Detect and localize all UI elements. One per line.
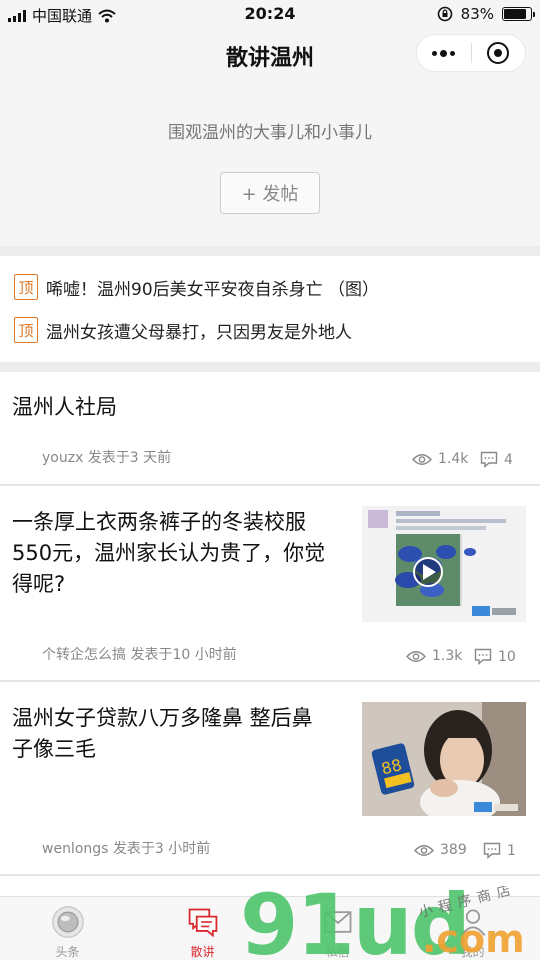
comment-count: 10 bbox=[474, 648, 516, 665]
item-author: youzx 发表于3 天前 bbox=[42, 450, 172, 466]
pinned-item[interactable]: 顶 唏嘘！温州90后美女平安夜自杀身亡 （图） bbox=[14, 272, 379, 302]
item-thumbnail: 88 bbox=[362, 702, 526, 816]
section-divider bbox=[0, 362, 540, 372]
section-divider bbox=[0, 246, 540, 256]
item-author: wenlongs 发表于3 小时前 bbox=[42, 841, 211, 857]
mini-program-capsule bbox=[416, 34, 526, 72]
pin-tag: 顶 bbox=[14, 274, 38, 300]
eye-icon bbox=[412, 453, 432, 465]
pinned-item-title: 唏嘘！温州90后美女平安夜自杀身亡 （图） bbox=[46, 279, 380, 300]
tab-headline[interactable]: 头条 bbox=[0, 897, 135, 960]
view-count: 389 bbox=[414, 842, 467, 858]
view-count-value: 1.3k bbox=[432, 648, 463, 664]
tab-sanjiang[interactable]: 散讲 bbox=[135, 897, 270, 960]
status-right: 83% bbox=[437, 5, 535, 23]
close-mini-program-button[interactable] bbox=[472, 35, 526, 71]
item-title-line: 一条厚上衣两条裤子的冬装校服 bbox=[12, 510, 306, 534]
battery-percent: 83% bbox=[460, 5, 494, 23]
item-title: 温州女子贷款八万多隆鼻 整后鼻 子像三毛 bbox=[12, 703, 313, 765]
new-post-button[interactable]: + 发帖 bbox=[220, 172, 320, 214]
message-icon bbox=[324, 911, 351, 933]
comment-count-value: 4 bbox=[504, 451, 513, 468]
chat-bubbles-icon bbox=[188, 908, 217, 938]
item-title-line: 子像三毛 bbox=[12, 737, 96, 761]
item-title: 一条厚上衣两条裤子的冬装校服 550元，温州家长认为贵了，你觉 得呢? bbox=[12, 507, 325, 600]
comment-count-value: 1 bbox=[507, 842, 516, 859]
tab-label: 我的 bbox=[460, 945, 485, 959]
comment-count: 4 bbox=[480, 451, 513, 468]
comment-count-value: 10 bbox=[498, 648, 516, 665]
header: 散讲温州 围观温州的大事儿和小事儿 + 发帖 bbox=[0, 28, 540, 248]
feed-item[interactable]: 一条厚上衣两条裤子的冬装校服 550元，温州家长认为贵了，你觉 得呢? 个转企怎… bbox=[0, 486, 540, 680]
tab-profile[interactable]: 我的 bbox=[405, 897, 540, 960]
tab-messages[interactable]: 私信 bbox=[270, 897, 405, 960]
news-photo-image: 88 bbox=[362, 702, 526, 816]
pinned-item-title: 温州女孩遭父母暴打，只因男友是外地人 bbox=[46, 322, 352, 343]
item-thumbnail bbox=[362, 506, 526, 622]
status-bar: 中国联通 20:24 83% bbox=[0, 0, 540, 28]
view-count-value: 1.4k bbox=[438, 451, 469, 467]
view-count: 1.3k bbox=[406, 648, 462, 664]
battery-icon bbox=[502, 7, 535, 21]
item-divider bbox=[0, 874, 540, 876]
comment-icon bbox=[480, 451, 498, 468]
feed-item[interactable]: 温州女子贷款八万多隆鼻 整后鼻 子像三毛 88 wenlongs 发表于3 小时… bbox=[0, 682, 540, 874]
item-author: 个转企怎么搞 发表于10 小时前 bbox=[42, 647, 237, 663]
page-subtitle: 围观温州的大事儿和小事儿 bbox=[168, 123, 372, 143]
profile-icon bbox=[460, 909, 485, 936]
comment-count: 1 bbox=[483, 842, 516, 859]
rotation-lock-icon bbox=[437, 6, 452, 22]
pinned-list: 顶 唏嘘！温州90后美女平安夜自杀身亡 （图） 顶 温州女孩遭父母暴打，只因男友… bbox=[0, 256, 540, 362]
tab-bar: 头条 散讲 私信 我的 bbox=[0, 896, 540, 960]
item-title-line: 550元，温州家长认为贵了，你觉 bbox=[12, 541, 326, 565]
view-count-value: 389 bbox=[440, 842, 467, 858]
item-title: 温州人社局 bbox=[12, 395, 117, 419]
item-title-line: 得呢? bbox=[12, 572, 66, 596]
view-count: 1.4k bbox=[412, 451, 468, 467]
tab-label: 头条 bbox=[55, 945, 80, 959]
tab-label: 私信 bbox=[325, 945, 350, 959]
comment-icon bbox=[483, 842, 501, 859]
tab-label: 散讲 bbox=[190, 945, 215, 959]
headline-icon bbox=[51, 906, 84, 938]
comment-icon bbox=[474, 648, 492, 665]
close-target-icon bbox=[487, 42, 510, 64]
pin-tag: 顶 bbox=[14, 317, 38, 343]
more-button[interactable] bbox=[417, 35, 471, 71]
battery-fill bbox=[504, 9, 526, 19]
pinned-item[interactable]: 顶 温州女孩遭父母暴打，只因男友是外地人 bbox=[14, 315, 352, 345]
item-title-line: 温州女子贷款八万多隆鼻 整后鼻 bbox=[12, 706, 313, 730]
video-thumbnail-image bbox=[362, 506, 526, 622]
eye-icon bbox=[406, 650, 426, 662]
eye-icon bbox=[414, 844, 434, 856]
more-dots-icon bbox=[432, 49, 456, 57]
feed-item[interactable]: 温州人社局 youzx 发表于3 天前 1.4k 4 bbox=[0, 372, 540, 484]
